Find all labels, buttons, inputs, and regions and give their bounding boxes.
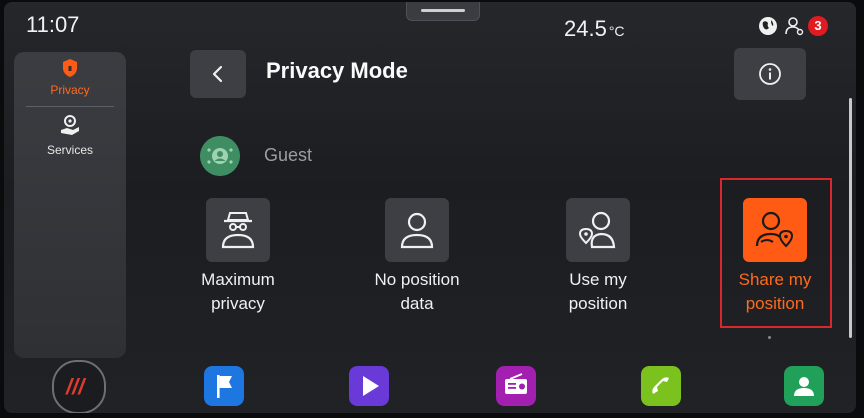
display-frame: 11:07 24.5 °C 3 Privacy Services Privacy… [0,0,864,418]
play-icon[interactable] [349,366,389,406]
temperature-value: 24.5 [564,16,607,41]
option-label-line2: data [400,294,434,313]
option-label-line2: privacy [211,294,265,313]
sidebar: Privacy Services [14,52,126,358]
option-icon-box [206,198,270,262]
option-label: No position data [347,268,487,316]
option-label-line2: position [745,294,805,313]
temperature-unit: °C [608,23,625,39]
share-location-icon [755,211,794,248]
scrollbar[interactable] [849,98,852,338]
option-label: Maximum privacy [168,268,308,316]
infotainment-screen: 11:07 24.5 °C 3 Privacy Services Privacy… [4,2,856,413]
contacts-icon[interactable] [784,366,824,406]
app-dock: /// [4,358,856,413]
radio-icon[interactable] [496,366,536,406]
phone-icon[interactable] [641,366,681,406]
user-name: Guest [264,145,313,165]
clock: 11:07 [26,12,80,37]
location-user-icon[interactable] [784,16,804,36]
page-title: Privacy Mode [266,58,408,83]
globe-icon[interactable] [758,16,778,36]
back-button[interactable] [190,50,246,98]
option-label: Share my position [705,268,845,316]
option-icon-box [743,198,807,262]
option-icon-box [566,198,630,262]
pull-down-handle[interactable] [406,2,480,21]
option-maximum-privacy[interactable]: Maximum privacy [168,198,308,318]
option-label-line2: position [568,294,628,313]
info-icon [759,63,781,85]
notification-badge[interactable]: 3 [808,16,828,36]
user-location-icon [578,211,616,249]
services-icon [61,115,79,135]
status-bar: 11:07 24.5 °C 3 [4,2,856,46]
option-label-line1: Maximum [201,270,275,289]
user-icon [400,212,434,249]
sidebar-item-label: Privacy [50,83,90,97]
page-indicator-dot [768,336,771,339]
incognito-icon [221,212,255,249]
option-use-my-position[interactable]: Use my position [528,198,668,318]
info-button[interactable] [734,48,806,100]
sidebar-item-label: Services [46,143,93,157]
temperature-readout: 24.5 °C [564,16,625,42]
sidebar-divider [26,106,114,107]
option-label-line1: No position [374,270,460,289]
home-icon: /// [66,374,85,399]
user-avatar[interactable] [200,136,240,176]
sidebar-item-privacy[interactable]: Privacy [14,58,126,97]
shield-icon [63,59,77,77]
sidebar-item-services[interactable]: Services [14,114,126,157]
option-label-line1: Share my [738,270,812,289]
flag-icon[interactable] [204,366,244,406]
option-icon-box [385,198,449,262]
home-button[interactable]: /// [52,360,106,413]
option-label: Use my position [528,268,668,316]
option-share-my-position[interactable]: Share my position [705,198,845,318]
chevron-left-icon [212,65,223,83]
option-label-line1: Use my [569,270,627,289]
option-no-position-data[interactable]: No position data [347,198,487,318]
